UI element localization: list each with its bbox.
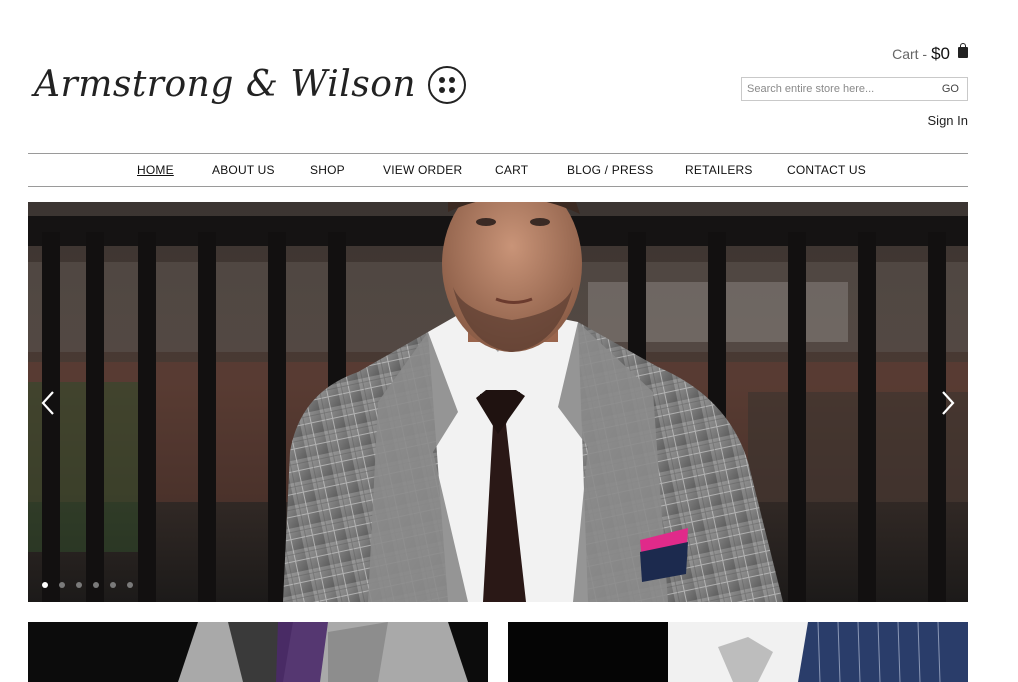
cart-label: Cart - [892,46,928,62]
hero-image [28,202,968,602]
cart-total: $0 [931,44,950,63]
search-input[interactable] [742,79,934,99]
nav-view-order[interactable]: VIEW ORDER [383,163,462,177]
slider-dot[interactable] [59,582,65,588]
hero-slider[interactable] [28,202,968,602]
nav-shop[interactable]: SHOP [310,163,345,177]
shopping-bag-icon[interactable] [958,42,968,58]
cart-summary[interactable]: Cart - $0 [892,42,968,64]
nav-cart[interactable]: CART [495,163,528,177]
feature-image [178,622,468,682]
main-nav: HOME ABOUT US SHOP VIEW ORDER CART BLOG … [28,153,968,187]
slider-dot[interactable] [93,582,99,588]
sign-in-link[interactable]: Sign In [928,113,968,128]
slider-dots [42,582,133,588]
chevron-left-icon[interactable] [38,390,58,416]
nav-about-us[interactable]: ABOUT US [212,163,275,177]
chevron-right-icon[interactable] [938,390,958,416]
slider-dot[interactable] [110,582,116,588]
feature-tile-right[interactable] [508,622,968,682]
search-form: GO [741,77,968,101]
slider-dot[interactable] [42,582,48,588]
slider-dot[interactable] [127,582,133,588]
feature-image [668,622,968,682]
slider-dot[interactable] [76,582,82,588]
site-logo[interactable]: Armstrong & Wilson [34,64,467,105]
search-go-button[interactable]: GO [934,83,967,95]
nav-blog-press[interactable]: BLOG / PRESS [567,163,653,177]
logo-text: Armstrong & Wilson [34,64,417,105]
button-icon [428,65,467,104]
nav-retailers[interactable]: RETAILERS [685,163,753,177]
nav-home[interactable]: HOME [137,163,174,177]
feature-tile-left[interactable] [28,622,488,682]
nav-contact-us[interactable]: CONTACT US [787,163,866,177]
